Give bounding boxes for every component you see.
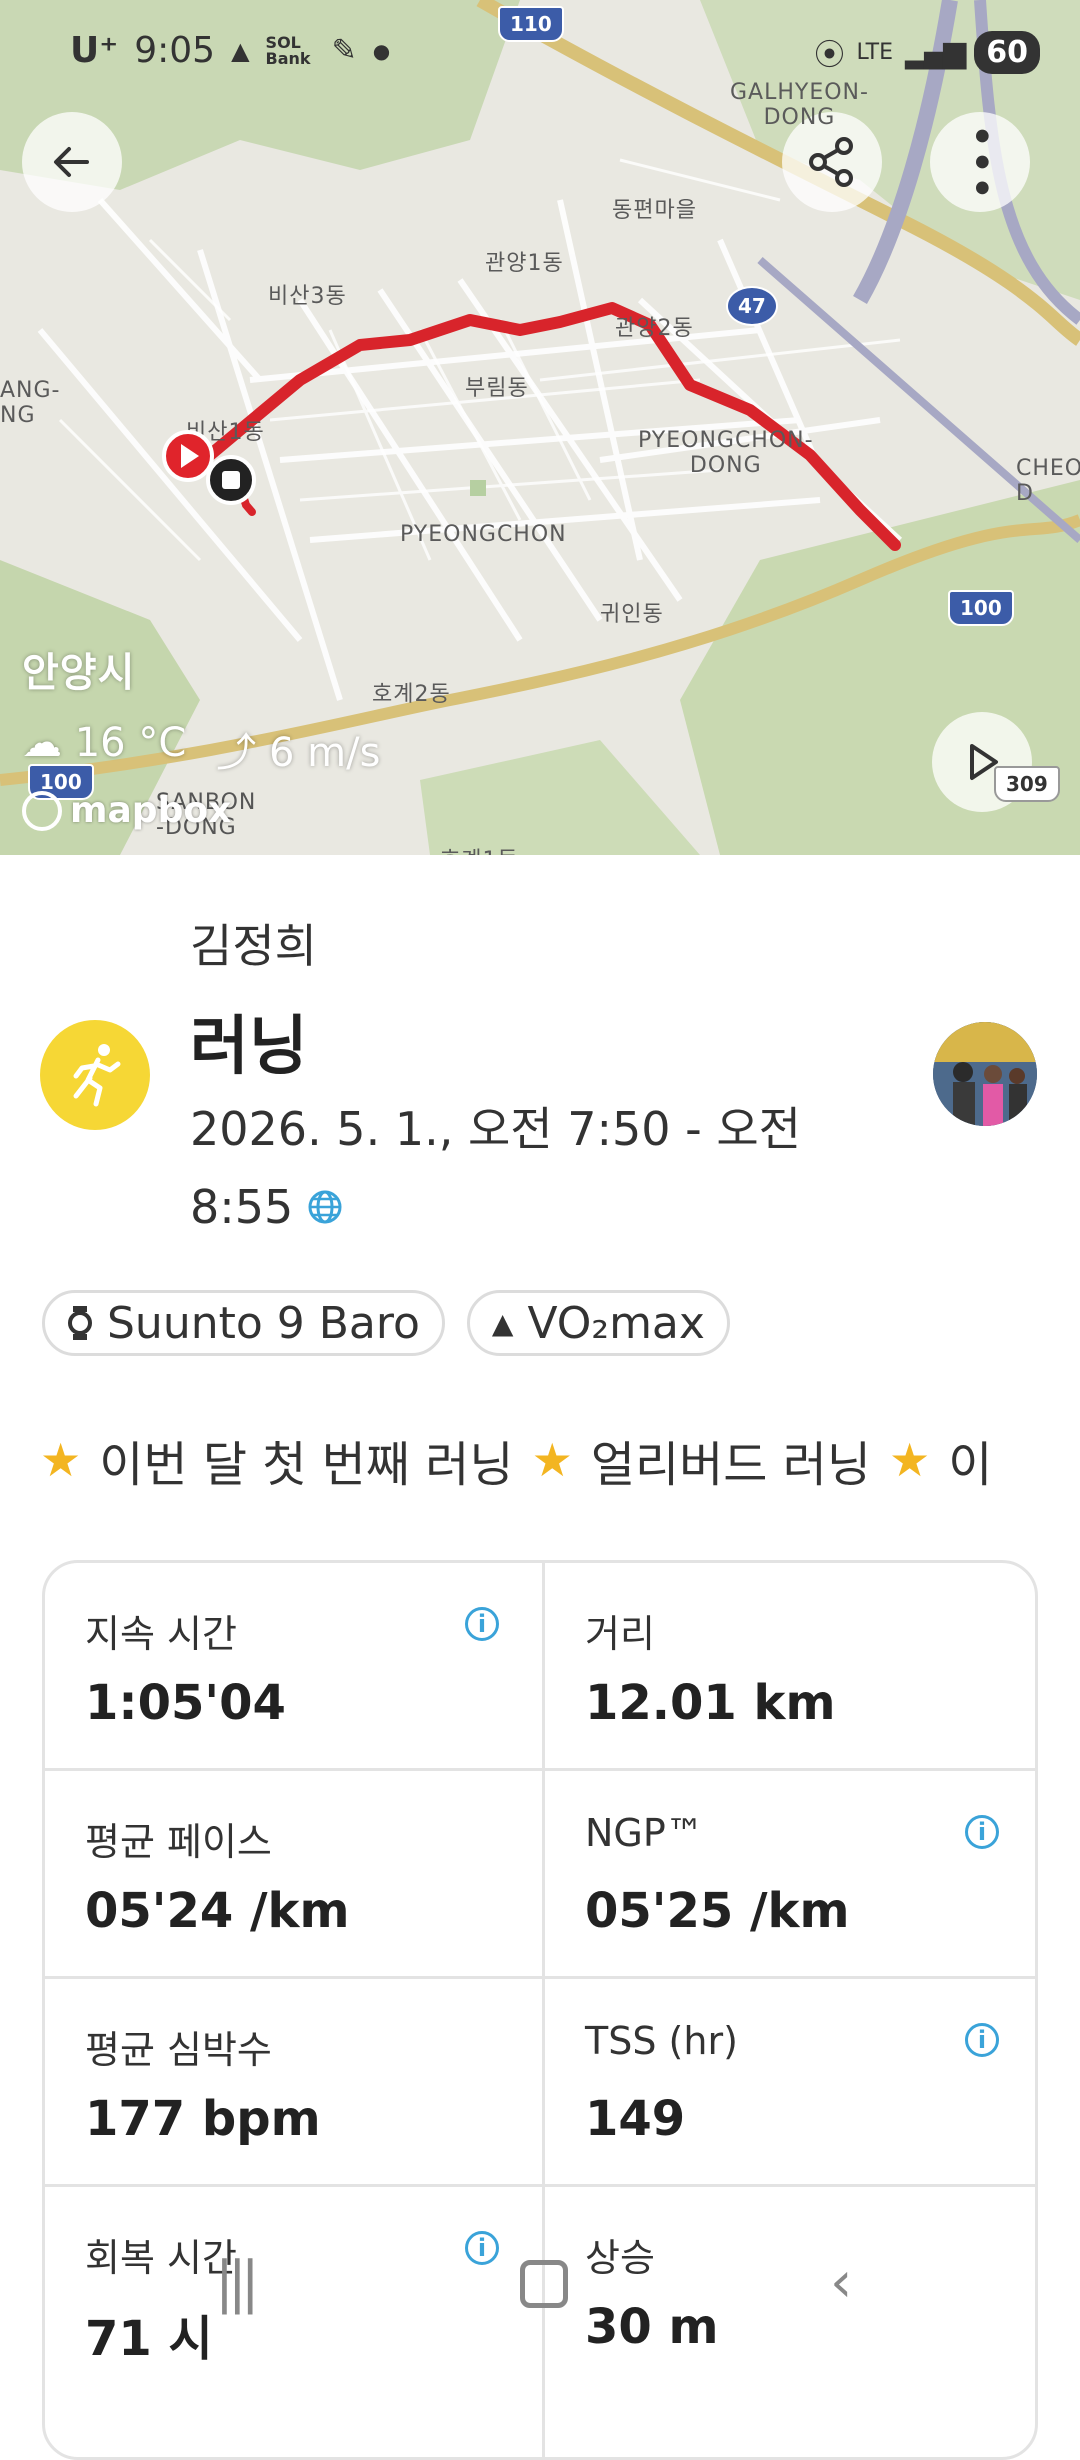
globe-icon[interactable] [307, 1189, 343, 1225]
map-label-bisan3: 비산3동 [268, 284, 347, 309]
map-label-anyang: 안양시 [22, 650, 136, 696]
info-icon[interactable]: i [965, 2023, 999, 2057]
more-notifications-dot-icon: ● [372, 38, 391, 63]
map-label-pyeongchon: PYEONGCHON [400, 522, 567, 547]
stat-value: 177 bpm [85, 2091, 321, 2147]
stat-avg-heart-rate: 평균 심박수 177 bpm [45, 1979, 543, 2187]
wind-icon: ⤴ [216, 730, 257, 776]
more-vertical-icon: ••• [955, 123, 1006, 201]
stat-value: 05'24 /km [85, 1883, 350, 1939]
info-icon[interactable]: i [965, 1815, 999, 1849]
mapbox-attribution[interactable]: mapbox [22, 790, 231, 831]
stat-label: 평균 페이스 [85, 1820, 272, 1864]
road-shield-47: 47 [726, 286, 778, 326]
stat-label: 지속 시간 [85, 1612, 237, 1656]
map-label-hogye1: 호계1동 [440, 842, 519, 855]
stat-distance: 거리 12.01 km [545, 1563, 1035, 1771]
temperature: ☁ 16 °C [22, 720, 186, 778]
stat-ngp: NGP™ i 05'25 /km [545, 1771, 1035, 1979]
stat-value: 12.01 km [585, 1675, 836, 1731]
recent-apps-icon[interactable]: ||| [215, 2250, 260, 2315]
clock: 9:05 [134, 30, 216, 71]
achievements-row[interactable]: ★ 이번 달 첫 번째 러닝 ★ 얼리버드 러닝 ★ 이 [40, 1425, 1080, 1495]
achievement-item: 이번 달 첫 번째 러닝 [99, 1437, 514, 1493]
star-icon: ★ [889, 1433, 931, 1487]
activity-date-end-row: 8:55 [190, 1180, 343, 1234]
stat-tss: TSS (hr) i 149 [545, 1979, 1035, 2187]
runner-icon [73, 1044, 121, 1107]
device-name: Suunto 9 Baro [107, 1297, 420, 1349]
map-label-gwanyang1: 관양1동 [485, 251, 564, 276]
road-shield-100-east: 100 [948, 590, 1014, 626]
home-icon[interactable] [520, 2260, 568, 2308]
map-label-left-edge: ANG- NG [0, 378, 61, 428]
watch-icon [68, 1306, 92, 1340]
road-shield-309: 309 [994, 766, 1060, 802]
device-chip[interactable]: Suunto 9 Baro [42, 1290, 445, 1356]
stat-label: 평균 심박수 [85, 2028, 272, 2072]
avatar[interactable] [933, 1022, 1037, 1126]
stat-value: 05'25 /km [585, 1883, 850, 1939]
star-icon: ★ [40, 1433, 82, 1487]
map-label-hogye2: 호계2동 [372, 682, 451, 707]
running-sport-icon [40, 1020, 150, 1130]
user-name[interactable]: 김정희 [190, 910, 317, 976]
stat-label: TSS (hr) [585, 2019, 738, 2063]
map-label-right-edge: CHEO D [1016, 456, 1080, 506]
route-map[interactable]: U⁺ 9:05 ▲ SOL Bank ✎ ● ⦿ LTE ▂▄▆ 60 ••• [0, 0, 1080, 855]
location-pin-icon: ⦿ [814, 38, 845, 73]
map-label-galhyeon: GALHYEON- DONG [730, 80, 869, 130]
map-label-pyeongchon-dong: PYEONGCHON- DONG [638, 428, 814, 478]
weather-info: ☁ 16 °C ⤴ 6 m/s [22, 720, 380, 778]
location-arrow-icon: ▲ [231, 36, 250, 65]
activity-date-start: 2026. 5. 1., 오전 7:50 - 오전 [190, 1102, 801, 1156]
cloud-icon: ☁ [22, 720, 62, 766]
avatar-photo [933, 1022, 1037, 1126]
activity-date-end: 8:55 [190, 1180, 294, 1234]
system-navigation-bar: ||| ‹ [0, 2230, 1080, 2340]
temperature-value: 16 °C [74, 720, 187, 766]
wind-value: 6 m/s [268, 730, 381, 776]
activity-type: 러닝 [190, 1010, 308, 1084]
stat-value: 149 [585, 2091, 686, 2147]
app-notification-icon: ✎ [331, 33, 357, 68]
info-icon[interactable]: i [465, 1607, 499, 1641]
stat-avg-pace: 평균 페이스 05'24 /km [45, 1771, 543, 1979]
vo2max-chip[interactable]: ▲ VO₂max [466, 1290, 730, 1356]
map-label-burim: 부림동 [465, 376, 529, 401]
star-icon: ★ [531, 1433, 573, 1487]
network-type: LTE [856, 39, 894, 65]
bank-app-icon: SOL Bank [265, 32, 311, 68]
share-icon [809, 137, 853, 187]
signal-icon: ▂▄▆ [905, 34, 966, 70]
vo2max-label: VO₂max [527, 1297, 705, 1349]
mapbox-logo-icon [22, 790, 62, 831]
back-nav-icon[interactable]: ‹ [830, 2250, 852, 2315]
stat-duration: 지속 시간 i 1:05'04 [45, 1563, 543, 1771]
stat-value: 1:05'04 [85, 1675, 286, 1731]
triangle-up-icon: ▲ [491, 1306, 514, 1340]
achievement-item: 이 [948, 1437, 993, 1493]
map-label-gwanyang2: 관양2동 [615, 316, 694, 341]
back-arrow-icon [54, 147, 89, 177]
mapbox-wordmark: mapbox [70, 790, 232, 831]
road-shield-110: 110 [498, 6, 564, 42]
battery-level: 60 [974, 30, 1040, 74]
achievement-item: 얼리버드 러닝 [590, 1437, 872, 1493]
map-label-gwiin: 귀인동 [600, 602, 664, 627]
map-label-dongpyeon: 동편마을 [612, 198, 697, 223]
route-end-marker[interactable] [206, 455, 256, 505]
stat-label: 거리 [585, 1612, 655, 1656]
more-options-button[interactable]: ••• [930, 112, 1030, 212]
carrier-label: U⁺ [70, 30, 119, 71]
stat-label: NGP™ [585, 1811, 704, 1855]
back-button[interactable] [22, 112, 122, 212]
wind: ⤴ 6 m/s [216, 720, 380, 778]
chip-row: Suunto 9 Baro ▲ VO₂max [42, 1290, 730, 1356]
